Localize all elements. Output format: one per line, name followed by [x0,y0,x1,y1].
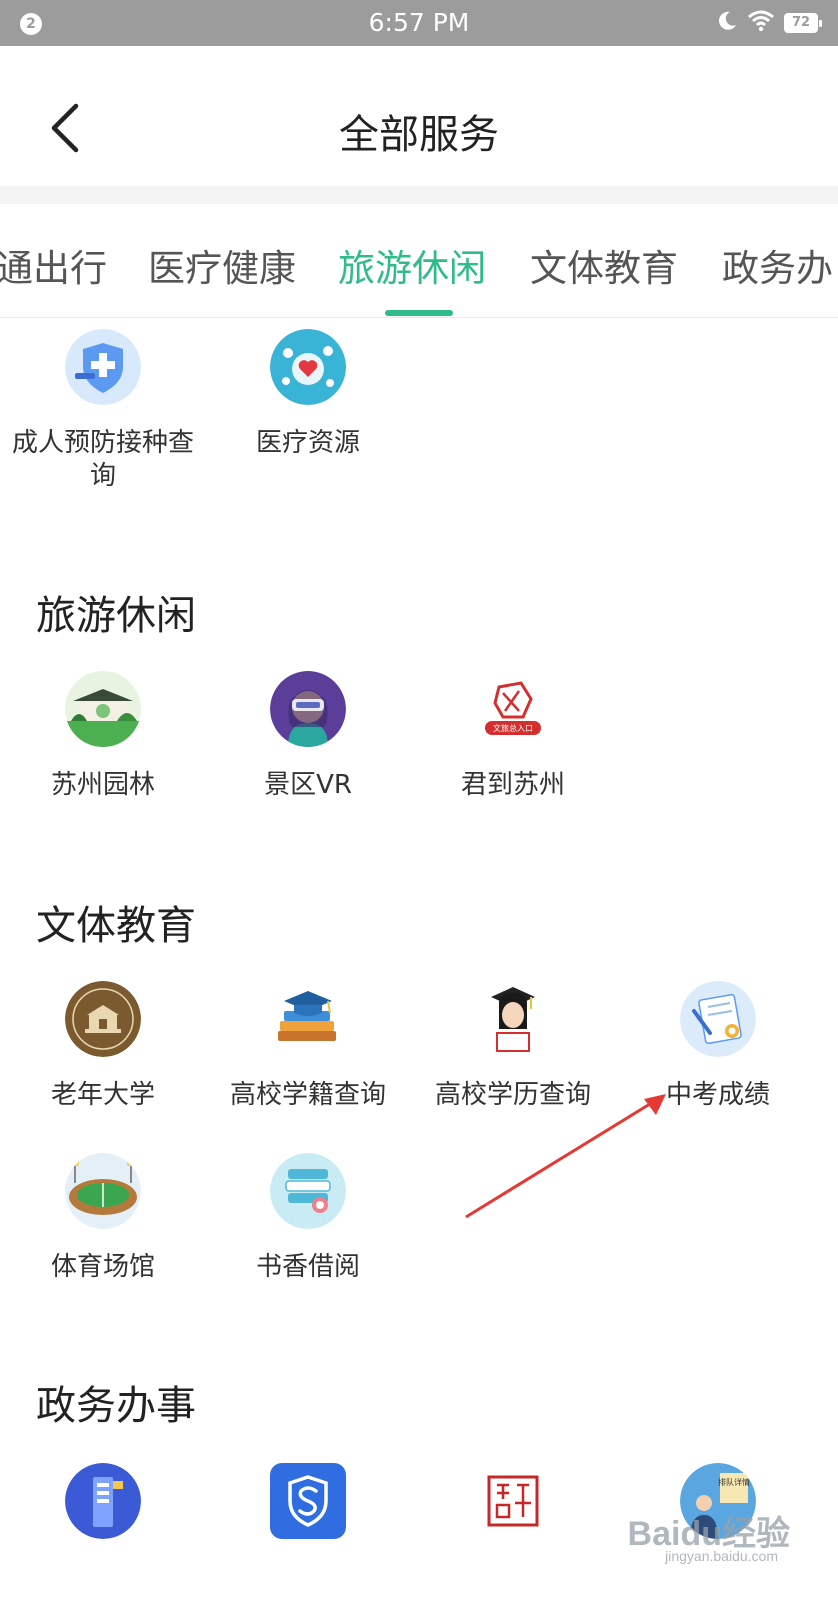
service-sports-venues[interactable]: 体育场馆 [0,1153,208,1284]
gov-building-icon [65,1463,141,1539]
service-gov-3[interactable] [408,1463,618,1539]
status-icons: 72 [716,9,822,37]
service-student-status-query[interactable]: 高校学籍查询 [203,981,413,1112]
stadium-icon [65,1153,141,1229]
graduate-student-icon [475,981,551,1057]
service-label: 君到苏州 [460,770,565,800]
service-zhongkao-score[interactable]: 中考成绩 [613,981,823,1112]
vr-headset-icon [270,671,346,747]
service-list[interactable]: 成人预防接种查询 医疗资源 旅游休闲 苏州园林 景区VR 文旅总入口 君到苏州 … [0,319,838,1600]
tab-government[interactable]: 政务办 [722,238,833,292]
service-scenic-vr[interactable]: 景区VR [203,671,413,802]
garden-icon [65,671,141,747]
service-label: 体育场馆 [50,1252,155,1282]
service-label: 书香借阅 [255,1252,360,1282]
service-label: 高校学历查询 [434,1080,591,1110]
section-title-education: 文体教育 [36,903,196,949]
tab-transport[interactable]: 通出行 [0,238,107,292]
senior-university-seal-icon [65,981,141,1057]
service-label: 老年大学 [50,1080,155,1110]
wifi-icon [748,10,774,36]
culture-tourism-logo-icon: 文旅总入口 [475,671,551,747]
header-divider [0,186,838,204]
service-suzhou-gardens[interactable]: 苏州园林 [0,671,208,802]
service-gov-2[interactable] [203,1463,413,1539]
category-tabs: 通出行 医疗健康 旅游休闲 文体教育 政务办 [0,204,838,318]
icon-caption: 排队详情 [718,1477,750,1487]
status-time: 6:57 PM [368,8,470,37]
service-label: 成人预防接种查询 [11,428,194,491]
section-title-government: 政务办事 [36,1383,196,1429]
graduation-books-icon [270,981,346,1057]
tab-medical[interactable]: 医疗健康 [148,238,296,292]
nav-bar: 全部服务 [0,46,838,186]
shield-s-icon [270,1463,346,1539]
service-label: 医疗资源 [255,428,360,458]
status-bar: 2 6:57 PM 72 [0,0,838,46]
page-title: 全部服务 [339,112,499,158]
moon-icon [716,10,738,36]
service-medical-resources[interactable]: 医疗资源 [203,329,413,460]
exam-certificate-icon [680,981,756,1057]
medical-resources-icon [270,329,346,405]
watermark-url: jingyan.baidu.com [665,1548,778,1564]
vaccine-shield-icon [65,329,141,405]
service-jun-dao-suzhou[interactable]: 文旅总入口 君到苏州 [408,671,618,802]
seal-stamp-icon [475,1463,551,1539]
book-borrow-icon [270,1153,346,1229]
service-label: 高校学籍查询 [229,1080,386,1110]
tab-indicator [385,310,453,316]
service-gov-1[interactable] [0,1463,208,1539]
icon-caption: 文旅总入口 [493,723,533,733]
service-label: 苏州园林 [50,770,155,800]
service-book-borrowing[interactable]: 书香借阅 [203,1153,413,1284]
service-vaccine-query[interactable]: 成人预防接种查询 [0,329,208,493]
tab-education[interactable]: 文体教育 [530,238,678,292]
service-label: 景区VR [264,770,352,800]
service-label: 中考成绩 [665,1080,770,1110]
service-senior-university[interactable]: 老年大学 [0,981,208,1112]
battery-icon: 72 [784,13,822,33]
section-title-travel: 旅游休闲 [36,593,196,639]
service-degree-query[interactable]: 高校学历查询 [408,981,618,1112]
tab-travel[interactable]: 旅游休闲 [338,238,486,292]
